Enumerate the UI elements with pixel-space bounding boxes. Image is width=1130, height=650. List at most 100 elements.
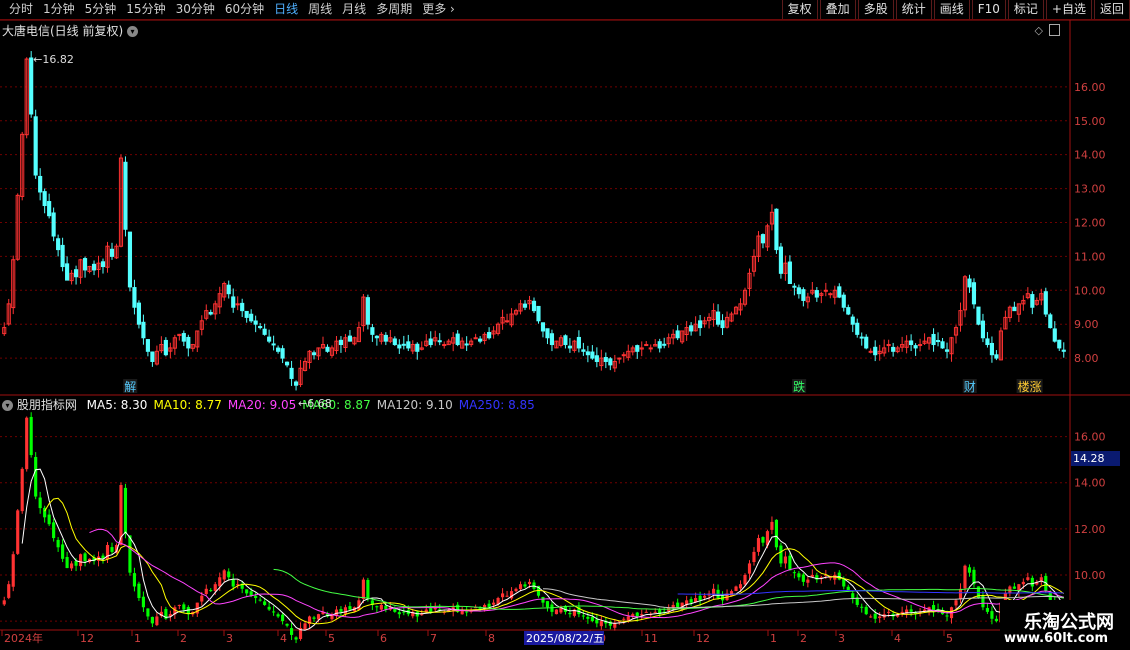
toolbar-button-8[interactable]: 返回 xyxy=(1093,0,1130,19)
toolbar-button-7[interactable]: +自选 xyxy=(1045,0,1092,19)
lower-candle-body xyxy=(164,609,168,619)
candle-body xyxy=(819,293,824,296)
candle-body xyxy=(855,322,860,335)
tab-period-2[interactable]: 5分钟 xyxy=(80,0,122,19)
event-tag-0: 解 xyxy=(124,380,136,394)
candle-body xyxy=(168,347,173,352)
watermark-url: www.60lt.com xyxy=(1003,631,1108,646)
lower-candle-body xyxy=(981,595,985,608)
lower-candle-body xyxy=(487,603,491,608)
toolbar-button-6[interactable]: 标记 xyxy=(1007,0,1044,19)
tab-period-9[interactable]: 多周期 xyxy=(371,0,417,19)
lower-candle-body xyxy=(792,572,796,574)
lower-candle-body xyxy=(123,487,128,534)
tab-period-8[interactable]: 月线 xyxy=(337,0,371,19)
chevron-down-icon[interactable]: ▾ xyxy=(127,26,139,37)
candle-body xyxy=(491,330,496,335)
lower-candle-body xyxy=(155,616,159,626)
candle-body xyxy=(814,290,819,298)
lower-candle-body xyxy=(1044,575,1048,592)
lower-candle-body xyxy=(554,609,559,615)
toolbar-button-5[interactable]: F10 xyxy=(971,0,1006,19)
candle-body xyxy=(96,262,101,270)
ma-legend-item-4: MA120: 9.10 xyxy=(376,398,453,412)
panel-toggle-icon[interactable] xyxy=(1049,24,1060,36)
lower-candle-body xyxy=(752,551,756,563)
ma-legend-item-3: MA60: 8.87 xyxy=(302,398,371,412)
lower-candle-body xyxy=(177,604,181,606)
xlabel-0: 2024年 xyxy=(4,631,43,645)
lower-candle-body xyxy=(923,609,927,612)
candle-body xyxy=(132,287,137,308)
candle-body xyxy=(253,320,258,325)
candle-body xyxy=(87,266,92,272)
candle-body xyxy=(244,310,249,318)
candle-body xyxy=(1003,316,1008,330)
tab-period-10[interactable]: 更多 › xyxy=(417,0,460,19)
tab-period-1[interactable]: 1分钟 xyxy=(38,0,80,19)
lower-candle-body xyxy=(869,616,873,618)
tab-period-4[interactable]: 30分钟 xyxy=(171,0,220,19)
candle-body xyxy=(590,351,595,359)
candle-body xyxy=(1025,293,1030,299)
lower-candle-body xyxy=(34,456,38,497)
candle-body xyxy=(873,346,878,356)
main-ytick-5: 13.00 xyxy=(1074,183,1106,196)
candle-body xyxy=(504,320,510,323)
lower-candle-body xyxy=(298,628,303,639)
tab-period-3[interactable]: 15分钟 xyxy=(121,0,170,19)
event-tag-box-1 xyxy=(792,379,807,393)
candle-body xyxy=(998,330,1003,361)
stock-title: 大唐电信(日线 前复权) xyxy=(2,24,124,38)
tab-period-0[interactable]: 分时 xyxy=(4,0,38,19)
lower-candle-body xyxy=(83,553,87,562)
candle-body xyxy=(406,341,411,349)
toolbar-button-4[interactable]: 画线 xyxy=(933,0,970,19)
lower-candle-body xyxy=(985,608,990,612)
lower-candle-body xyxy=(864,606,868,615)
tab-period-7[interactable]: 周线 xyxy=(303,0,337,19)
candle-body xyxy=(567,345,572,349)
xlabel-12: 11 xyxy=(644,632,658,645)
toolbar-button-1[interactable]: 叠加 xyxy=(819,0,856,19)
candle-body xyxy=(989,342,994,356)
candle-body xyxy=(437,340,442,343)
candle-body xyxy=(469,340,474,346)
tab-period-6[interactable]: 日线 xyxy=(269,0,303,19)
candle-body xyxy=(383,334,388,342)
candle-body xyxy=(639,347,644,350)
candle-body xyxy=(909,340,914,346)
lower-candle-body xyxy=(231,579,235,587)
toolbar-button-3[interactable]: 统计 xyxy=(895,0,932,19)
candle-body xyxy=(172,337,177,349)
kline-chart[interactable]: 8.009.0010.0011.0012.0013.0014.0015.0016… xyxy=(0,0,1130,650)
candle-body xyxy=(729,313,734,322)
candle-body xyxy=(805,296,810,303)
lower-candle-body xyxy=(272,611,276,613)
xlabel-5: 4 xyxy=(280,632,287,645)
candle-body xyxy=(109,248,115,257)
lower-candle-body xyxy=(810,574,814,577)
toolbar-button-0[interactable]: 复权 xyxy=(781,0,818,19)
tab-period-5[interactable]: 60分钟 xyxy=(220,0,269,19)
lower-candle-body xyxy=(653,611,657,613)
lower-candle-body xyxy=(635,612,639,617)
candle-body xyxy=(388,337,393,342)
candle-body xyxy=(792,285,797,288)
lower-candle-body xyxy=(348,606,352,610)
candle-body xyxy=(320,344,326,349)
candle-body xyxy=(316,347,321,357)
candle-body xyxy=(513,310,519,315)
lower-candle-body xyxy=(518,584,523,590)
lower-candle-body xyxy=(168,614,172,617)
lower-candle-body xyxy=(483,604,487,610)
toolbar-button-2[interactable]: 多股 xyxy=(857,0,894,19)
diamond-icon[interactable]: ◇ xyxy=(1035,24,1043,37)
candle-body xyxy=(352,337,357,345)
chevron-down-icon[interactable]: ▾ xyxy=(2,400,13,411)
lower-candle-body xyxy=(545,601,550,608)
candle-body xyxy=(742,289,748,305)
candle-body xyxy=(868,350,873,353)
candle-body xyxy=(267,336,272,342)
candle-body xyxy=(783,262,788,274)
